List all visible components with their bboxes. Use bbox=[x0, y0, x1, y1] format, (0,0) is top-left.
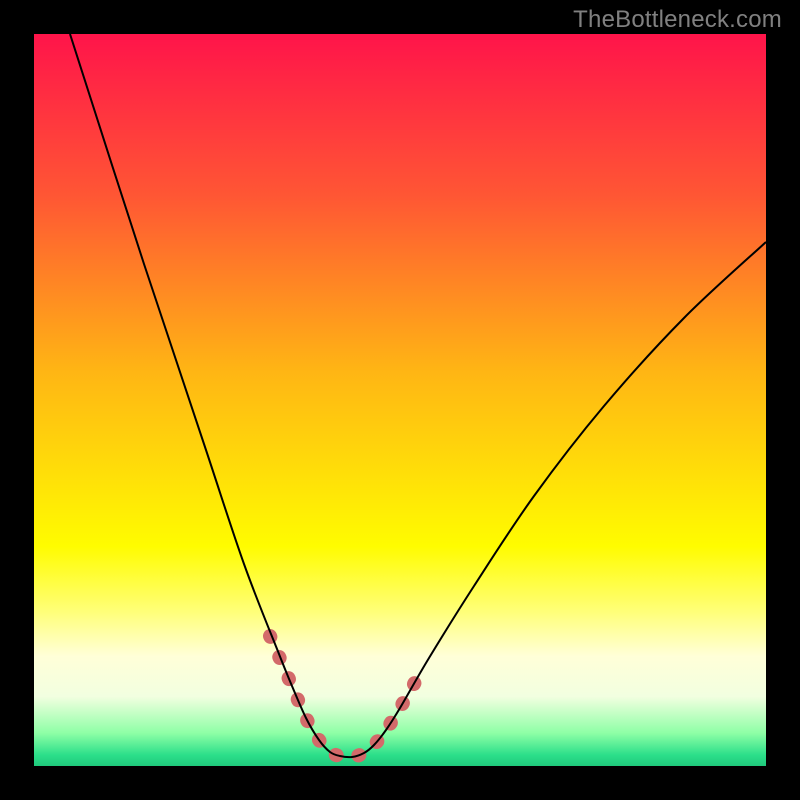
chart-svg bbox=[34, 34, 766, 766]
watermark-label: TheBottleneck.com bbox=[573, 6, 782, 34]
chart-plot-area bbox=[34, 34, 766, 766]
chart-background bbox=[34, 34, 766, 766]
